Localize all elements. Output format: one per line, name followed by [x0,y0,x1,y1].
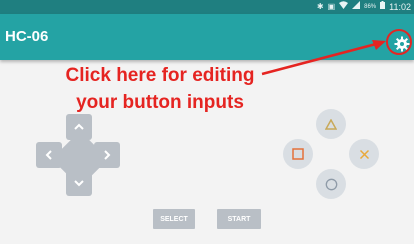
annotation-arrow [261,40,386,76]
dpad-up-button[interactable] [66,114,92,140]
chevron-right-icon [104,150,111,160]
chevron-up-icon [74,123,84,130]
square-icon [292,148,304,160]
cross-icon [359,149,369,159]
dpad-left-button[interactable] [36,142,62,168]
cross-button[interactable] [349,139,379,169]
select-button[interactable]: SELECT [153,209,195,229]
dpad-down-button[interactable] [66,170,92,196]
annotation-text: Click here for editing your button input… [30,62,290,116]
annotation-line-2: your button inputs [76,92,244,113]
circle-icon [325,178,337,190]
triangle-icon [325,118,337,130]
square-button[interactable] [283,139,313,169]
circle-button[interactable] [316,169,346,199]
triangle-button[interactable] [316,109,346,139]
start-button[interactable]: START [217,209,261,229]
app-screen: ✱ ▣ 86% 11:02 HC-06 Click here for editi… [0,0,414,244]
chevron-down-icon [74,180,84,187]
dpad-right-button[interactable] [94,142,120,168]
annotation-line-1: Click here for editing [65,65,255,86]
chevron-left-icon [45,150,52,160]
